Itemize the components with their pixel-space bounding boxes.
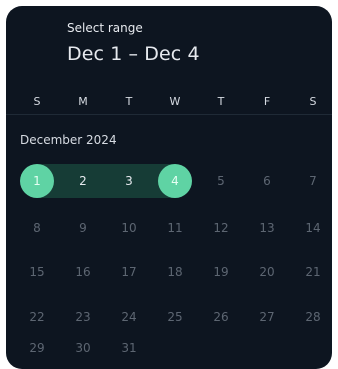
weekday-row: S M T W T F S (6, 92, 332, 112)
weekday-sun: S (33, 95, 41, 108)
day-cell[interactable]: 18 (158, 255, 192, 289)
weekday-fri: F (263, 95, 271, 108)
weekday-sat: S (309, 95, 317, 108)
calendar-week: 8 9 10 11 12 13 14 (6, 211, 332, 245)
day-cell[interactable]: 15 (20, 255, 54, 289)
day-cell[interactable]: 14 (296, 211, 330, 245)
day-cell[interactable]: 19 (204, 255, 238, 289)
day-cell[interactable]: 12 (204, 211, 238, 245)
day-cell[interactable]: 9 (66, 211, 100, 245)
day-in-range[interactable]: 3 (112, 164, 146, 198)
day-range-start[interactable]: 1 (20, 164, 54, 198)
selected-range-text: Dec 1 – Dec 4 (67, 43, 200, 65)
day-cell[interactable]: 30 (66, 331, 100, 365)
day-cell[interactable]: 8 (20, 211, 54, 245)
day-cell[interactable]: 22 (20, 300, 54, 334)
day-cell[interactable]: 10 (112, 211, 146, 245)
header-label: Select range (67, 21, 143, 35)
day-in-range[interactable]: 2 (66, 164, 100, 198)
calendar-week: 15 16 17 18 19 20 21 (6, 255, 332, 289)
day-cell[interactable]: 21 (296, 255, 330, 289)
day-cell[interactable]: 25 (158, 300, 192, 334)
weekday-thu: T (217, 95, 225, 108)
month-label: December 2024 (20, 133, 117, 147)
day-cell[interactable]: 16 (66, 255, 100, 289)
day-cell[interactable]: 28 (296, 300, 330, 334)
calendar-week: 29 30 31 (6, 331, 332, 365)
weekday-wed: W (169, 95, 181, 108)
day-cell[interactable]: 27 (250, 300, 284, 334)
day-cell[interactable]: 24 (112, 300, 146, 334)
picker-header: Select range Dec 1 – Dec 4 (67, 20, 200, 66)
day-cell[interactable]: 17 (112, 255, 146, 289)
day-cell[interactable]: 29 (20, 331, 54, 365)
day-cell[interactable]: 7 (296, 164, 330, 198)
day-cell[interactable]: 13 (250, 211, 284, 245)
calendar-week: 22 23 24 25 26 27 28 (6, 300, 332, 334)
day-cell[interactable]: 20 (250, 255, 284, 289)
date-range-picker: Select range Dec 1 – Dec 4 S M T W T F S… (6, 6, 332, 369)
day-cell[interactable]: 11 (158, 211, 192, 245)
day-cell[interactable]: 26 (204, 300, 238, 334)
day-cell[interactable]: 5 (204, 164, 238, 198)
day-cell[interactable]: 6 (250, 164, 284, 198)
day-range-end[interactable]: 4 (158, 164, 192, 198)
calendar-week: 1 2 3 4 5 6 7 (6, 164, 332, 198)
weekday-mon: M (78, 95, 88, 108)
day-cell[interactable]: 23 (66, 300, 100, 334)
header-divider (6, 114, 332, 115)
day-cell[interactable]: 31 (112, 331, 146, 365)
weekday-tue: T (125, 95, 133, 108)
